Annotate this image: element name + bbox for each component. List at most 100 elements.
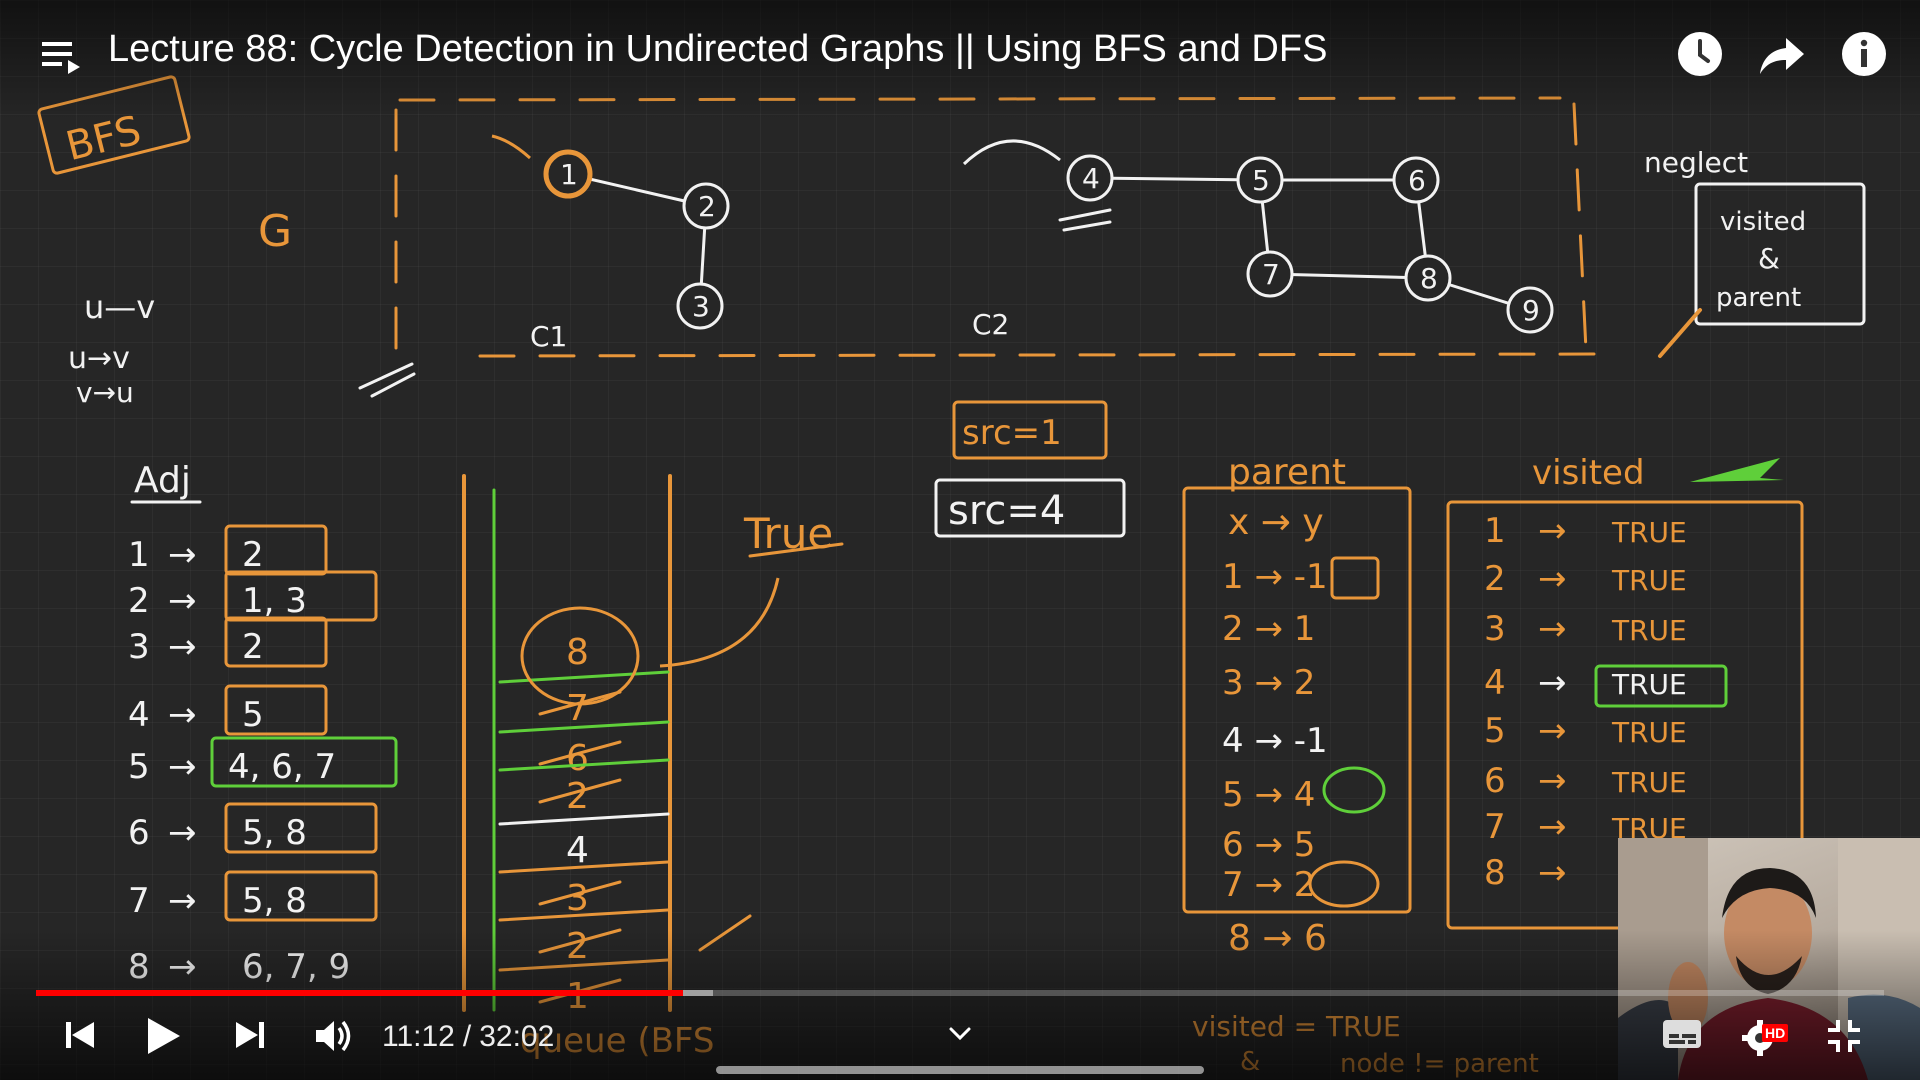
parent-header: x → y xyxy=(1228,502,1324,543)
visited-arrow-3: → xyxy=(1538,609,1567,649)
parent-row-2: 2 → 1 xyxy=(1222,609,1315,649)
start-arrow-c2 xyxy=(962,139,1061,166)
adj-arrow-2: → xyxy=(168,581,197,621)
vp-note-visited: visited xyxy=(1720,207,1806,237)
adj-arrow-3: → xyxy=(168,627,197,667)
volume-icon[interactable] xyxy=(312,1016,356,1056)
vp-note-amp: & xyxy=(1758,242,1780,275)
adj-arrow-1: → xyxy=(168,535,197,575)
adj-vals-4: 5 xyxy=(242,695,264,735)
adj-key-1: 1 xyxy=(128,535,150,575)
queue-item-3: 2 xyxy=(566,776,589,817)
parent-row-4: 4 → -1 xyxy=(1222,721,1328,761)
chevron-down-icon[interactable] xyxy=(946,1022,974,1046)
visited-val-5: TRUE xyxy=(1611,716,1687,749)
adj-vals-6: 5, 8 xyxy=(242,813,307,853)
border-tick xyxy=(358,362,414,390)
src-label-1: src=1 xyxy=(962,413,1062,453)
visited-arrow-5: → xyxy=(1538,711,1567,751)
visited-key-4: 4 xyxy=(1484,663,1506,703)
bottom-overlay xyxy=(0,930,1920,1080)
visited-key-5: 5 xyxy=(1484,711,1506,751)
graph-node-label-5: 5 xyxy=(1252,164,1270,197)
visited-val-3: TRUE xyxy=(1611,614,1687,647)
graph-node-label-4: 4 xyxy=(1082,162,1100,195)
neglect-note: neglect xyxy=(1644,146,1748,179)
graph-node-label-7: 7 xyxy=(1262,258,1280,291)
queue-item-2: 6 xyxy=(566,738,589,779)
progress-bar[interactable] xyxy=(36,990,1884,996)
graph-node-label-2: 2 xyxy=(698,190,716,223)
visited-arrow-7: → xyxy=(1538,807,1567,847)
visited-arrow-4: → xyxy=(1538,663,1567,703)
adj-vals-3: 2 xyxy=(242,627,264,667)
adj-vals-7: 5, 8 xyxy=(242,881,307,921)
visited-key-6: 6 xyxy=(1484,761,1506,801)
adj-vals-1: 2 xyxy=(242,535,264,575)
edge-note-u-to-v: u→v xyxy=(68,341,130,376)
queue-item-4: 4 xyxy=(566,830,589,871)
visited-key-1: 1 xyxy=(1484,511,1506,551)
playlist-icon[interactable] xyxy=(40,38,84,78)
true-arrow xyxy=(659,577,780,668)
visited-val-1: TRUE xyxy=(1611,516,1687,549)
graph-node-label-3: 3 xyxy=(692,290,710,323)
clock-icon[interactable] xyxy=(1676,30,1724,78)
parent-row-1: 1 → -1 xyxy=(1222,557,1328,597)
node4-underline xyxy=(1062,220,1112,232)
adj-arrow-5: → xyxy=(168,747,197,787)
visited-key-8: 8 xyxy=(1484,853,1506,893)
subtitles-icon[interactable] xyxy=(1660,1016,1704,1052)
visited-arrow-green xyxy=(1690,458,1784,482)
adj-title: Adj xyxy=(134,460,191,501)
visited-arrow-6: → xyxy=(1538,761,1567,801)
adj-arrow-7: → xyxy=(168,881,197,921)
visited-val-2: TRUE xyxy=(1611,564,1687,597)
parent-circle-2 xyxy=(1308,860,1380,908)
visited-arrow-1: → xyxy=(1538,511,1567,551)
video-title[interactable]: Lecture 88: Cycle Detection in Undirecte… xyxy=(108,28,1327,71)
adj-key-2: 2 xyxy=(128,581,150,621)
skip-previous-icon[interactable] xyxy=(62,1016,98,1054)
duration: 32:02 xyxy=(479,1020,555,1053)
edge-note-v-to-u: v→u xyxy=(76,376,134,409)
visited-arrow-8: → xyxy=(1538,853,1567,893)
component-label-c2: C2 xyxy=(972,308,1009,341)
node4-underline xyxy=(1058,208,1112,222)
info-icon[interactable] xyxy=(1840,30,1888,78)
graph-node-label-6: 6 xyxy=(1408,164,1426,197)
adj-key-4: 4 xyxy=(128,695,150,735)
visited-title: visited xyxy=(1532,453,1645,493)
played-bar xyxy=(36,990,683,996)
graph-node-label-1: 1 xyxy=(560,158,578,191)
skip-next-icon[interactable] xyxy=(232,1016,268,1054)
share-icon[interactable] xyxy=(1758,30,1806,78)
vp-note-parent: parent xyxy=(1716,283,1801,313)
adj-box-4 xyxy=(224,684,328,736)
graph-label-g: G xyxy=(258,206,292,257)
current-time: 11:12 xyxy=(382,1020,455,1053)
graph-node-label-8: 8 xyxy=(1420,262,1438,295)
hd-badge: HD xyxy=(1762,1024,1789,1042)
adj-key-7: 7 xyxy=(128,881,150,921)
scroll-handle[interactable] xyxy=(716,1066,1204,1074)
start-arrow-c1 xyxy=(491,134,532,160)
adj-vals-5: 4, 6, 7 xyxy=(228,747,336,787)
visited-val-4: TRUE xyxy=(1611,668,1687,701)
visited-val-6: TRUE xyxy=(1611,766,1687,799)
parent-row-3: 3 → 2 xyxy=(1222,663,1315,703)
adj-key-5: 5 xyxy=(128,747,150,787)
play-icon[interactable] xyxy=(142,1016,182,1056)
visited-key-3: 3 xyxy=(1484,609,1506,649)
parent-box-minus1 xyxy=(1330,556,1380,600)
parent-row-5: 5 → 4 xyxy=(1222,775,1315,815)
adj-box-3 xyxy=(224,616,328,668)
adj-arrow-6: → xyxy=(168,813,197,853)
src-label-2: src=4 xyxy=(948,488,1065,534)
graph-node-label-9: 9 xyxy=(1522,294,1540,327)
parent-row-6: 6 → 5 xyxy=(1222,825,1315,865)
graph-edge-4-5 xyxy=(1088,176,1262,182)
queue-item-5: 3 xyxy=(566,878,589,919)
time-separator: / xyxy=(462,1020,472,1053)
exit-fullscreen-icon[interactable] xyxy=(1824,1016,1864,1056)
